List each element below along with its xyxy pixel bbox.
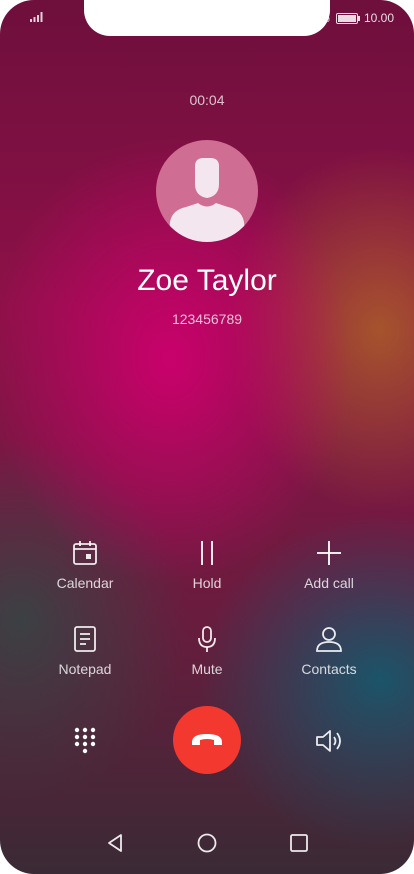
calendar-label: Calendar [56,575,114,591]
home-circle-icon[interactable] [196,832,218,854]
contact-name: Zoe Taylor [137,264,277,297]
notepad-icon [74,626,96,652]
plus-icon [317,541,341,565]
pause-icon [201,541,213,565]
hold-label: Hold [192,575,222,591]
contact-avatar [156,140,258,242]
navigation-bar [0,814,414,874]
person-silhouette-icon [168,158,246,242]
back-triangle-icon[interactable] [104,832,126,854]
mute-button[interactable]: Mute [147,625,267,677]
contacts-button[interactable]: Contacts [269,625,389,677]
add-call-label: Add call [304,575,354,591]
calendar-button[interactable]: Calendar [25,539,145,591]
call-screen: 100 % 10.00 00:04 Zoe Taylor 123456789 C… [0,0,414,874]
end-call-button[interactable] [173,706,241,774]
hang-up-icon [192,734,222,745]
battery-percentage: 100 % [295,11,330,25]
clock: 10.00 [363,11,394,25]
dialpad-icon [74,727,96,754]
notepad-label: Notepad [58,661,112,677]
notepad-button[interactable]: Notepad [25,625,145,677]
contacts-label: Contacts [301,661,357,677]
speaker-icon [316,730,341,752]
recents-square-icon[interactable] [288,832,310,854]
status-bar: 100 % 10.00 [0,10,414,28]
hold-button[interactable]: Hold [147,539,267,591]
dialpad-button[interactable] [73,726,97,761]
person-icon [316,627,342,652]
microphone-icon [198,626,216,652]
phone-number: 123456789 [171,311,243,327]
mute-label: Mute [191,661,223,677]
calendar-icon [73,541,97,565]
call-duration: 00:04 [189,92,225,108]
signal-strength-icon [30,12,43,22]
battery-icon [335,12,360,24]
speaker-button[interactable] [314,727,344,760]
add-call-button[interactable]: Add call [269,539,389,591]
